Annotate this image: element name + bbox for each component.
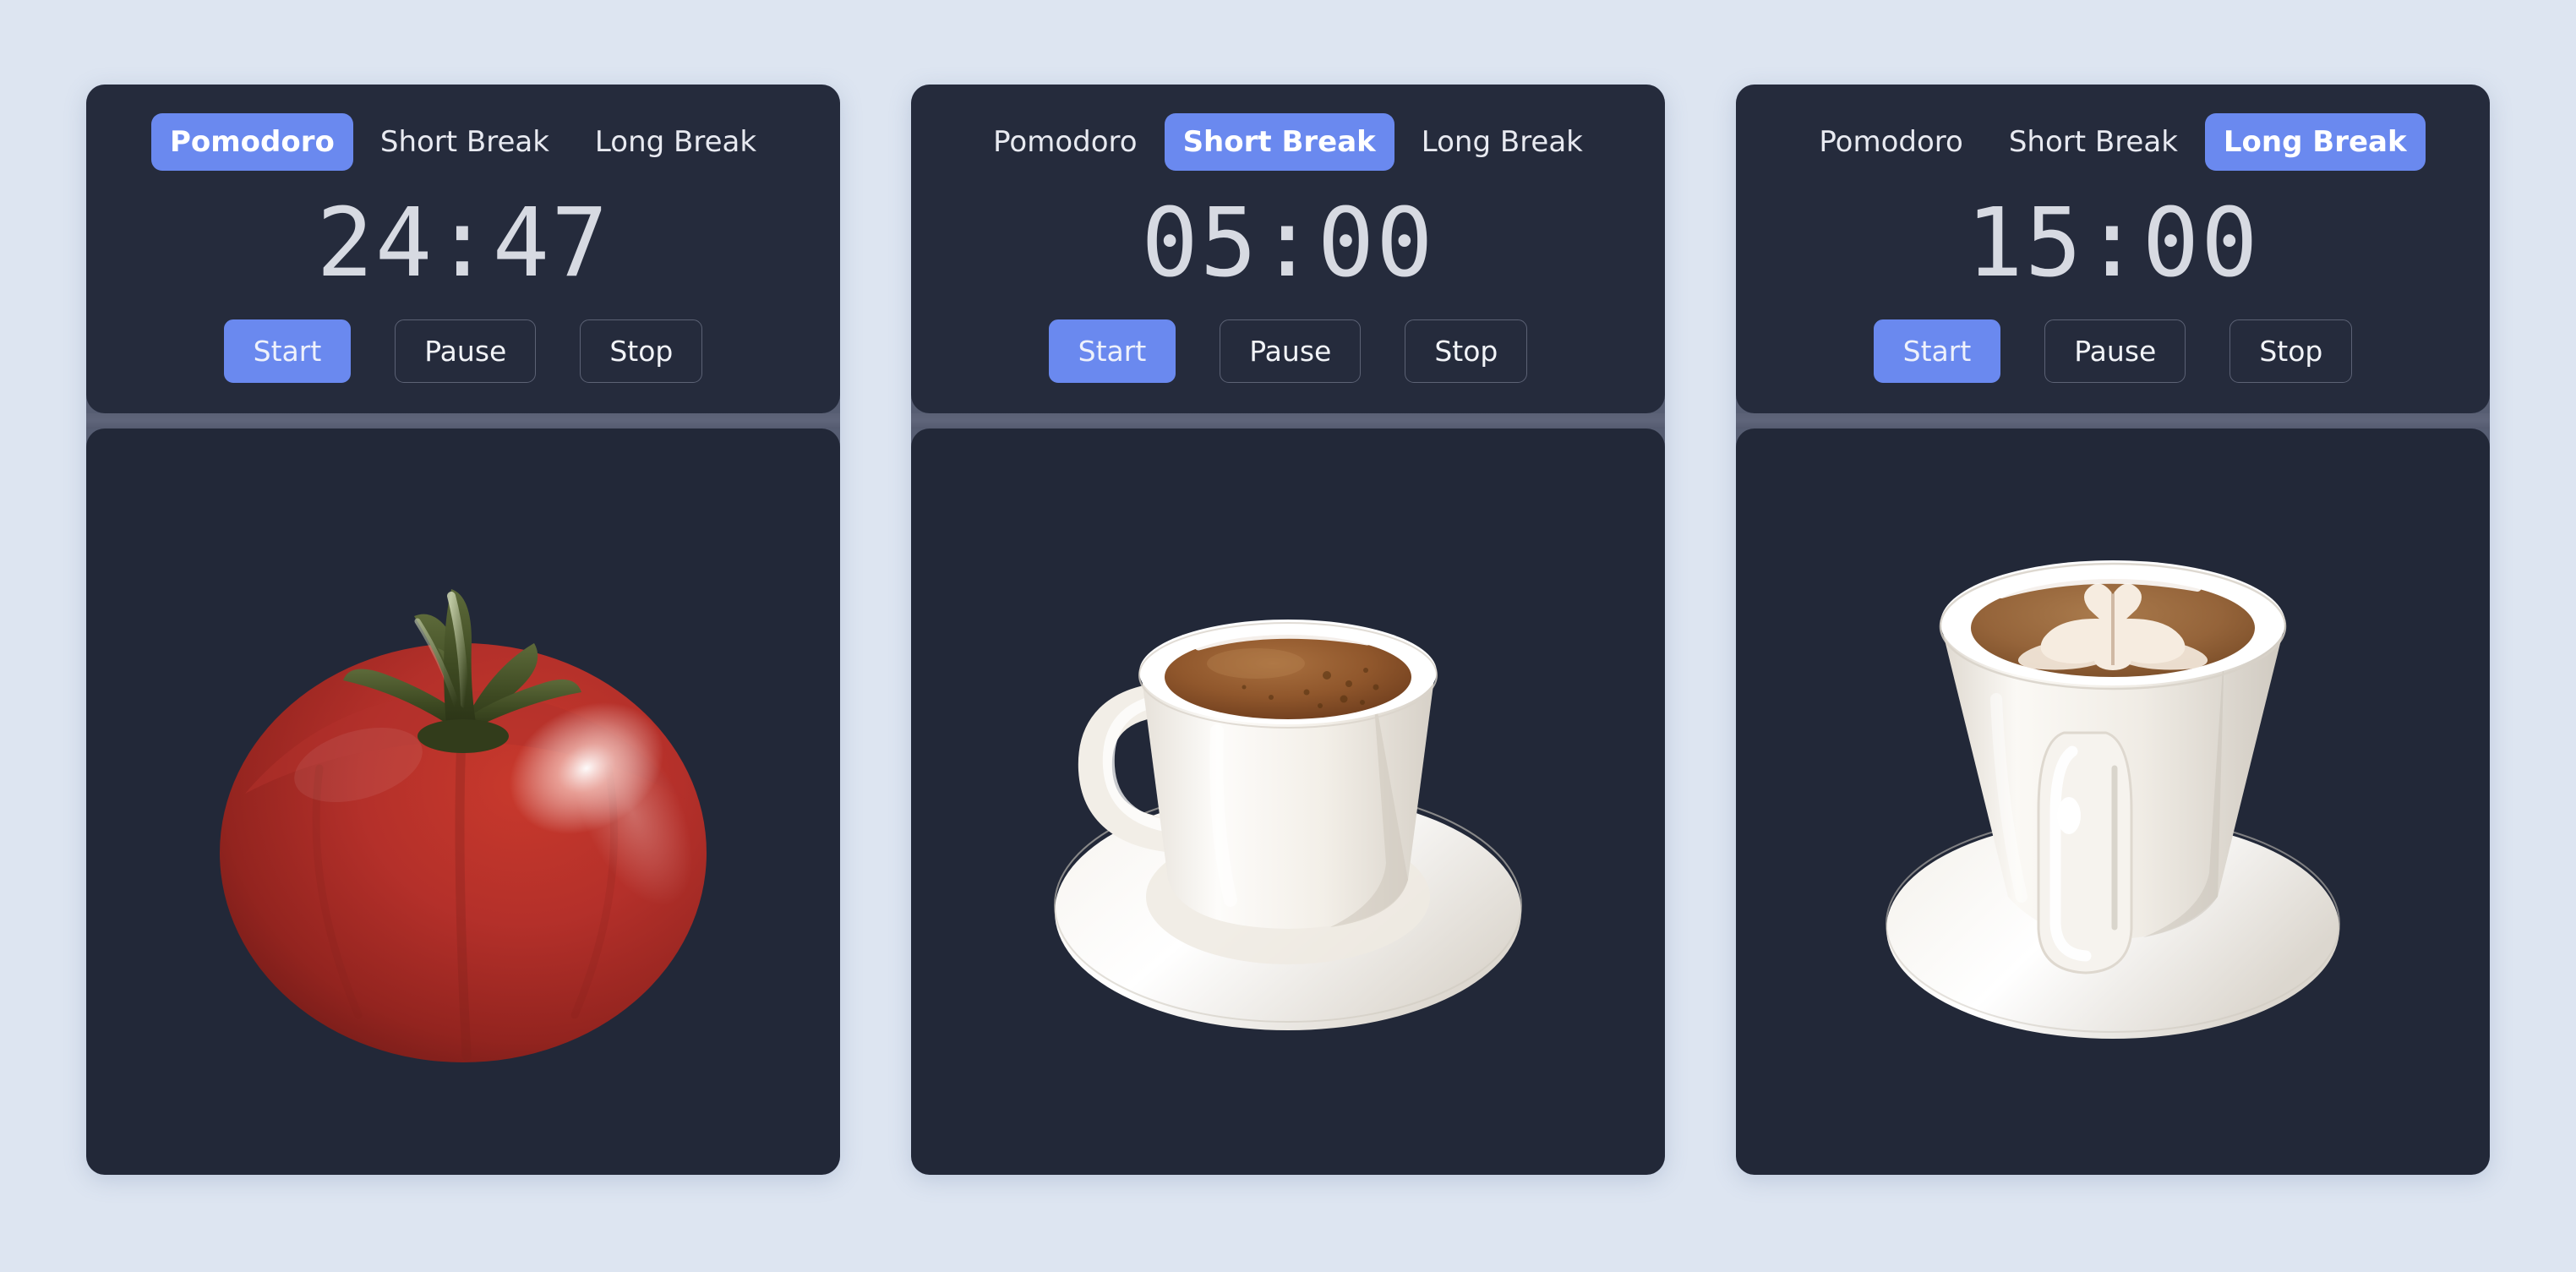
illustration-stage — [86, 429, 840, 1175]
start-button[interactable]: Start — [1873, 319, 2001, 383]
tab-short-break[interactable]: Short Break — [1164, 113, 1394, 171]
timer-display: 24:47 — [316, 188, 610, 298]
timer-panel: Pomodoro Short Break Long Break 15:00 St… — [1736, 85, 2490, 413]
timer-controls: Start Pause Stop — [1763, 319, 2463, 383]
latte-cup-icon — [1886, 560, 2340, 1039]
illustration-panel — [86, 429, 840, 1175]
panel-separator — [911, 413, 1665, 429]
tomato-icon — [220, 588, 707, 1062]
mode-tabs: Pomodoro Short Break Long Break — [938, 113, 1638, 171]
timer-display: 15:00 — [1966, 188, 2260, 298]
stop-button[interactable]: Stop — [1405, 319, 1528, 383]
illustration-panel — [911, 429, 1665, 1175]
panel-separator — [1736, 413, 2490, 429]
panel-separator — [86, 413, 840, 429]
tab-pomodoro[interactable]: Pomodoro — [1800, 113, 1981, 171]
tab-long-break[interactable]: Long Break — [1403, 113, 1602, 171]
pause-button[interactable]: Pause — [395, 319, 537, 383]
stop-button[interactable]: Stop — [2229, 319, 2353, 383]
start-button[interactable]: Start — [1048, 319, 1176, 383]
illustration-stage — [911, 429, 1665, 1175]
tab-long-break[interactable]: Long Break — [2204, 113, 2426, 171]
timer-panel: Pomodoro Short Break Long Break 24:47 St… — [86, 85, 840, 413]
tab-short-break[interactable]: Short Break — [362, 113, 568, 171]
cup-handle — [2037, 731, 2133, 974]
espresso-cup-icon — [1054, 619, 1522, 1030]
illustration-stage — [1736, 429, 2490, 1175]
pause-button[interactable]: Pause — [1220, 319, 1362, 383]
timer-controls: Start Pause Stop — [113, 319, 813, 383]
tab-long-break[interactable]: Long Break — [576, 113, 775, 171]
timer-controls: Start Pause Stop — [938, 319, 1638, 383]
tab-pomodoro[interactable]: Pomodoro — [150, 113, 353, 171]
tab-pomodoro[interactable]: Pomodoro — [974, 113, 1155, 171]
tab-short-break[interactable]: Short Break — [1990, 113, 2197, 171]
mode-tabs: Pomodoro Short Break Long Break — [113, 113, 813, 171]
crema-sheen — [1207, 647, 1305, 679]
pomodoro-card: Pomodoro Short Break Long Break 24:47 St… — [86, 85, 840, 1175]
stop-button[interactable]: Stop — [580, 319, 703, 383]
start-button[interactable]: Start — [223, 319, 352, 383]
timer-panel: Pomodoro Short Break Long Break 05:00 St… — [911, 85, 1665, 413]
short-break-card: Pomodoro Short Break Long Break 05:00 St… — [911, 85, 1665, 1175]
long-break-card: Pomodoro Short Break Long Break 15:00 St… — [1736, 85, 2490, 1175]
illustration-panel — [1736, 429, 2490, 1175]
mode-tabs: Pomodoro Short Break Long Break — [1763, 113, 2463, 171]
timer-display: 05:00 — [1141, 188, 1435, 298]
pause-button[interactable]: Pause — [2044, 319, 2186, 383]
pomodoro-card-board: Pomodoro Short Break Long Break 24:47 St… — [0, 0, 2576, 1272]
